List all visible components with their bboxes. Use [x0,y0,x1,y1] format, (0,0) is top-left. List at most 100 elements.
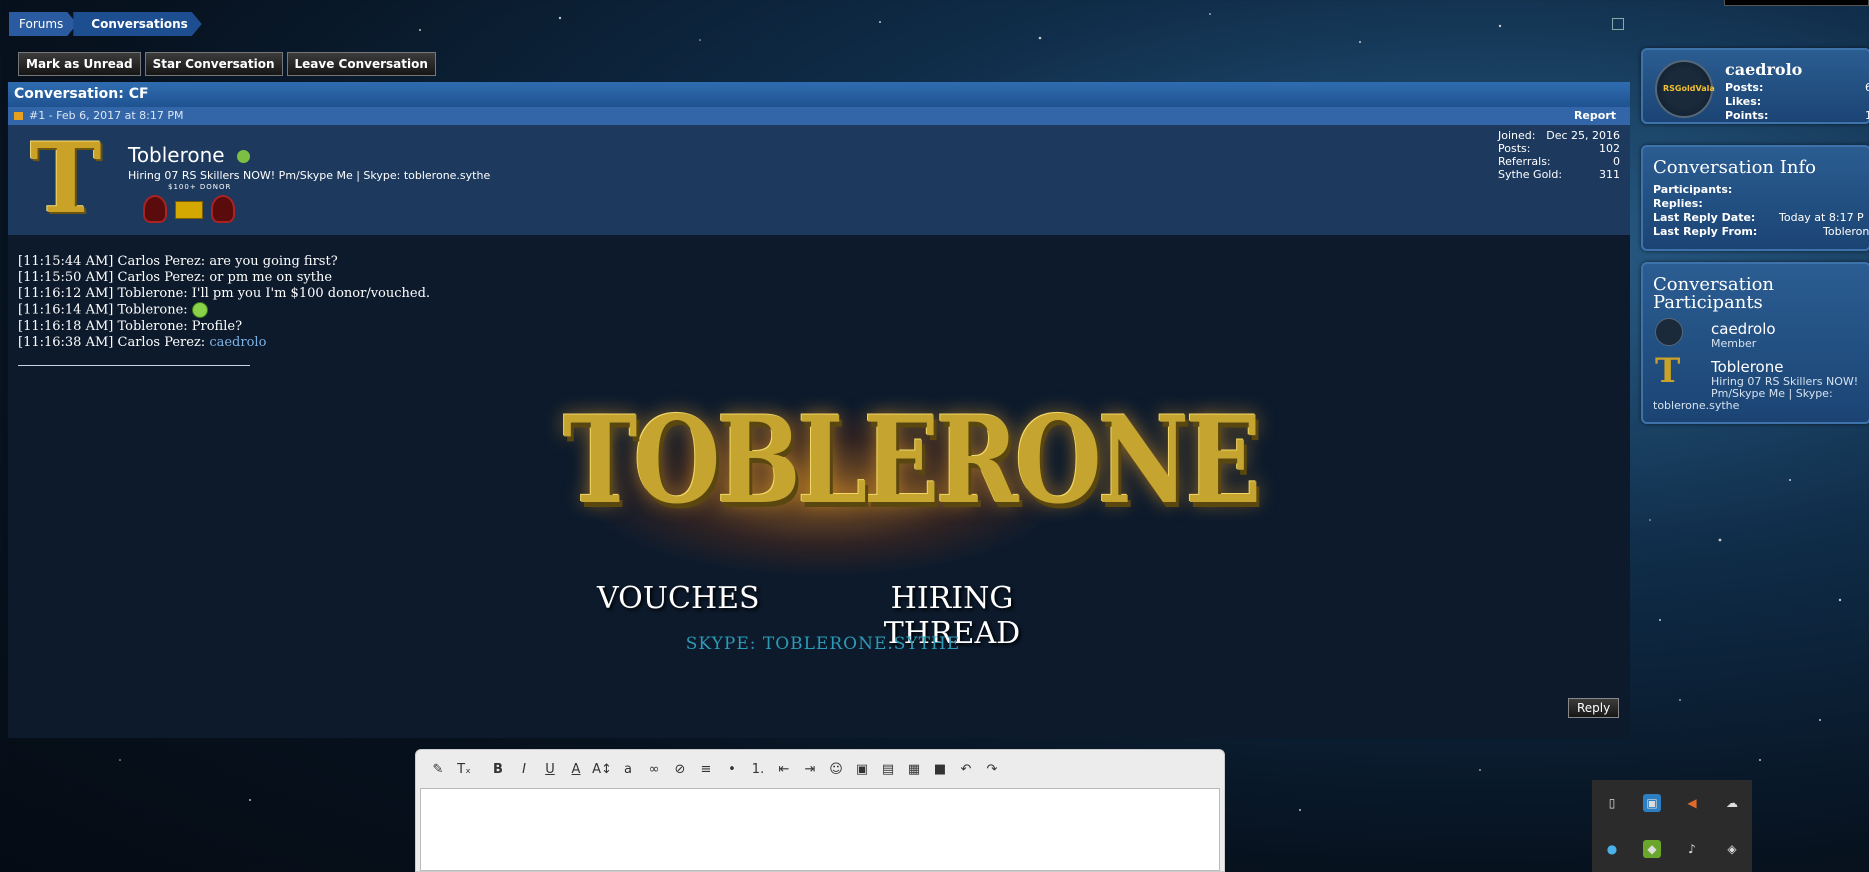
sidebar-points-value: 1 [1865,109,1869,122]
cloud-icon[interactable]: ☁ [1723,794,1741,812]
speaker-muted-icon[interactable]: ◀ [1683,794,1701,812]
caedrolo-link[interactable]: caedrolo [209,335,266,350]
last-reply-from-label: Last Reply From: [1653,225,1758,238]
post-meta-text: #1 - Feb 6, 2017 at 8:17 PM [29,109,184,122]
grin-emoji-icon [191,302,208,318]
conversation-actions: Mark as Unread Star Conversation Leave C… [18,52,436,76]
stat-sythe-gold: Sythe Gold: 311 [1498,168,1620,181]
demon-badge-icon [143,195,167,223]
conversation-info-heading: Conversation Info [1653,157,1816,178]
participants-heading-line2: Participants [1653,292,1763,313]
breadcrumb-conversations[interactable]: Conversations [73,12,202,36]
bullet-list-icon[interactable]: • [720,757,744,781]
chat-line: [11:16:12 AM] Toblerone: I'll pm you I'm… [18,286,431,301]
volume-icon[interactable]: ♪ [1683,840,1701,858]
participant-avatar-toblerone[interactable]: T [1655,354,1680,388]
reply-button[interactable]: Reply [1568,698,1620,718]
nvidia-icon[interactable]: ◆ [1643,840,1661,858]
author-badges [143,183,235,223]
author-avatar[interactable]: T [30,129,101,229]
conversation-title: Conversation: CF [8,82,1630,107]
insert-icon[interactable]: ▦ [902,757,926,781]
align-icon[interactable]: ≡ [694,757,718,781]
indent-icon[interactable]: ⇥ [798,757,822,781]
participants-label: Participants: [1653,183,1733,196]
signature-banner: TOBLERONE VOUCHES HIRING THREAD SKYPE: T… [563,366,1261,666]
bold-icon[interactable]: B [486,757,510,781]
chat-line: [11:15:44 AM] Carlos Perez: are you goin… [18,254,338,269]
format-painter-icon[interactable]: ✎ [426,757,450,781]
underline-icon[interactable]: U [538,757,562,781]
sidebar-likes-label: Likes: [1725,95,1762,108]
expand-icon[interactable] [1612,18,1624,30]
replies-label: Replies: [1653,197,1703,210]
media-icon[interactable]: ▤ [876,757,900,781]
breadcrumb-forums[interactable]: Forums [9,12,77,36]
banner-skype: SKYPE: TOBLERONE.SYTHE [685,634,961,654]
banner-vouches-link[interactable]: VOUCHES [597,581,760,616]
reply-text-area[interactable] [420,788,1220,871]
font-family-icon[interactable]: a [616,757,640,781]
sidebar-posts-label: Posts: [1725,81,1764,94]
link-icon[interactable]: ∞ [642,757,666,781]
participant-avatar-caedrolo[interactable] [1655,318,1683,346]
reply-editor: ✎ Tₓ B I U A A↕ a ∞ ⊘ ≡ • 1. ⇤ ⇥ ☺ ▣ ▤ ▦… [415,749,1225,872]
italic-icon[interactable]: I [512,757,536,781]
gold-coins-badge-icon [175,201,203,219]
stat-joined: Joined: Dec 25, 2016 [1498,129,1620,142]
outdent-icon[interactable]: ⇤ [772,757,796,781]
author-name[interactable]: Toblerone [128,143,225,167]
breadcrumb: Forums Conversations [9,12,198,36]
conversation-panel: Conversation: CF #1 - Feb 6, 2017 at 8:1… [8,82,1630,738]
redo-icon[interactable]: ↷ [980,757,1004,781]
save-draft-icon[interactable]: ■ [928,757,952,781]
participant-desc-toblerone-3: toblerone.sythe [1653,399,1740,412]
font-size-icon[interactable]: A↕ [590,757,614,781]
stat-posts: Posts: 102 [1498,142,1620,155]
mark-unread-button[interactable]: Mark as Unread [18,52,141,76]
usb-device-icon[interactable]: ▯ [1603,794,1621,812]
banner-title: TOBLERONE [563,389,1261,531]
sidebar-user-box: RSGoldVala caedrolo Posts: 6 Likes: Poin… [1641,48,1869,124]
system-tray-popup: ▯ ▣ ◀ ☁ ● ◆ ♪ ◈ [1592,780,1752,872]
unlink-icon[interactable]: ⊘ [668,757,692,781]
clear-format-icon[interactable]: Tₓ [452,757,476,781]
security-shield-icon[interactable]: ◈ [1723,840,1741,858]
report-link[interactable]: Report [1574,107,1630,125]
smilie-icon[interactable]: ☺ [824,757,848,781]
author-stats: Joined: Dec 25, 2016 Posts: 102 Referrals:… [1498,129,1620,181]
undo-icon[interactable]: ↶ [954,757,978,781]
globe-icon[interactable]: ● [1603,840,1621,858]
sidebar-conversation-participants: Conversation Participants caedrolo Membe… [1641,262,1869,424]
chat-line-link: [11:16:38 AM] Carlos Perez: caedrolo [18,334,267,350]
network-monitor-icon[interactable]: ▣ [1643,794,1661,812]
participant-name-toblerone[interactable]: Toblerone [1711,358,1783,376]
message-body: [11:15:44 AM] Carlos Perez: are you goin… [18,254,430,351]
numbered-list-icon[interactable]: 1. [746,757,770,781]
author-block: T Toblerone Hiring 07 RS Skillers NOW! P… [8,125,1630,235]
participant-name-caedrolo[interactable]: caedrolo [1711,320,1776,338]
editor-toolbar: ✎ Tₓ B I U A A↕ a ∞ ⊘ ≡ • 1. ⇤ ⇥ ☺ ▣ ▤ ▦… [416,750,1224,788]
stat-referrals: Referrals: 0 [1498,155,1620,168]
online-status-icon [236,150,250,163]
chat-line: [11:16:18 AM] Toblerone: Profile? [18,318,243,334]
chat-line-emoji: [11:16:14 AM] Toblerone: [18,302,430,319]
sidebar-posts-value: 6 [1865,81,1869,94]
sidebar-username[interactable]: caedrolo [1725,60,1802,79]
toolbar-separator [478,757,484,781]
author-name-row: Toblerone [128,143,250,167]
image-icon[interactable]: ▣ [850,757,874,781]
taskbar-edge [1724,0,1869,6]
post-meta-bar: #1 - Feb 6, 2017 at 8:17 PM Report [8,107,1630,125]
participant-role-caedrolo: Member [1711,337,1757,350]
sidebar-points-label: Points: [1725,109,1769,122]
sidebar-user-avatar[interactable]: RSGoldVala [1655,60,1715,118]
sidebar-conversation-info: Conversation Info Participants: Replies:… [1641,145,1869,251]
text-color-icon[interactable]: A [564,757,588,781]
post-icon [14,112,23,120]
star-conversation-button[interactable]: Star Conversation [144,52,283,76]
leave-conversation-button[interactable]: Leave Conversation [286,52,436,76]
signature-divider [18,365,250,366]
chat-line: [11:15:50 AM] Carlos Perez: or pm me on … [18,270,333,285]
last-reply-from-value[interactable]: Toblerone [1823,225,1869,238]
